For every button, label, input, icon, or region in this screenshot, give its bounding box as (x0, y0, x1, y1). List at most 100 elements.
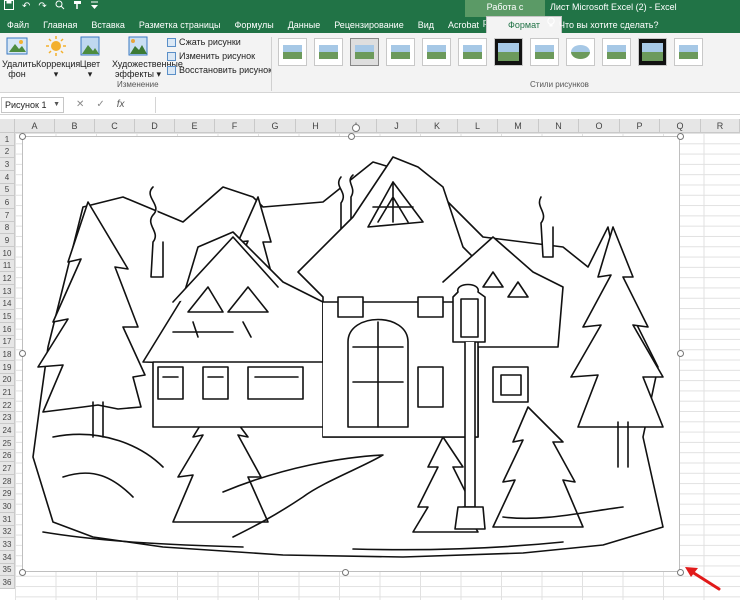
change-picture-button[interactable]: Изменить рисунок (167, 49, 272, 63)
row-header[interactable]: 8 (0, 222, 15, 234)
column-header[interactable]: D (135, 119, 175, 133)
picture-style-9[interactable] (566, 38, 595, 66)
row-header[interactable]: 1 (0, 133, 15, 146)
format-painter-icon[interactable] (73, 0, 83, 15)
row-header[interactable]: 2 (0, 146, 15, 158)
remove-background-button[interactable]: Удалить фон (2, 35, 36, 79)
cancel-icon[interactable]: ✕ (76, 97, 84, 113)
customize-qat-icon[interactable] (90, 0, 98, 14)
redo-icon[interactable]: ↷ (38, 0, 46, 14)
resize-handle-top[interactable] (348, 133, 355, 140)
tab-view[interactable]: Вид (411, 17, 441, 33)
row-header[interactable]: 34 (0, 551, 15, 564)
picture-style-6[interactable] (458, 38, 487, 66)
column-header[interactable]: B (55, 119, 95, 133)
tab-insert[interactable]: Вставка (84, 17, 131, 33)
resize-handle-left[interactable] (19, 350, 26, 357)
resize-handle-right[interactable] (677, 350, 684, 357)
column-header[interactable]: N (539, 119, 579, 133)
row-header[interactable]: 24 (0, 424, 15, 437)
column-header[interactable]: E (175, 119, 215, 133)
resize-handle-top-left[interactable] (19, 133, 26, 140)
row-header[interactable]: 32 (0, 526, 15, 538)
row-header[interactable]: 33 (0, 538, 15, 551)
tab-formulas[interactable]: Формулы (228, 17, 281, 33)
tab-acrobat[interactable]: Acrobat (441, 17, 486, 33)
row-header[interactable]: 23 (0, 412, 15, 424)
column-header[interactable]: C (95, 119, 135, 133)
picture-style-12[interactable] (674, 38, 703, 66)
formula-input[interactable] (155, 97, 739, 113)
tab-data[interactable]: Данные (281, 17, 328, 33)
column-header[interactable]: G (255, 119, 296, 133)
picture-style-8[interactable] (530, 38, 559, 66)
row-header[interactable]: 14 (0, 298, 15, 310)
artistic-effects-button[interactable]: Художественные эффекты ▾ (112, 35, 183, 79)
row-header[interactable]: 15 (0, 310, 15, 323)
row-header[interactable]: 16 (0, 323, 15, 336)
column-header[interactable]: M (498, 119, 539, 133)
resize-handle-bottom-left[interactable] (19, 569, 26, 576)
tab-file[interactable]: Файл (0, 17, 36, 33)
row-header[interactable]: 10 (0, 247, 15, 260)
row-header[interactable]: 13 (0, 285, 15, 298)
row-header[interactable]: 3 (0, 158, 15, 171)
tab-home[interactable]: Главная (36, 17, 84, 33)
selected-picture[interactable] (22, 136, 680, 572)
color-button[interactable]: Цвет ▾ (78, 35, 102, 79)
picture-style-10[interactable] (602, 38, 631, 66)
picture-style-11[interactable] (638, 38, 667, 66)
save-icon[interactable] (4, 0, 14, 15)
row-header[interactable]: 19 (0, 361, 15, 374)
tell-me-box[interactable]: Что вы хотите сделать? (547, 17, 659, 33)
picture-style-5[interactable] (422, 38, 451, 66)
row-header[interactable]: 25 (0, 437, 15, 450)
row-header[interactable]: 18 (0, 348, 15, 361)
insert-function-icon[interactable]: fx (117, 97, 125, 113)
row-header[interactable]: 22 (0, 399, 15, 412)
column-header[interactable]: K (417, 119, 458, 133)
picture-style-4[interactable] (386, 38, 415, 66)
resize-handle-top-right[interactable] (677, 133, 684, 140)
row-header[interactable]: 20 (0, 374, 15, 386)
tab-page-layout[interactable]: Разметка страницы (132, 17, 228, 33)
resize-handle-bottom[interactable] (342, 569, 349, 576)
rotate-handle[interactable] (352, 124, 360, 132)
reset-picture-button[interactable]: Восстановить рисунок (167, 63, 272, 77)
row-header[interactable]: 30 (0, 500, 15, 513)
row-header[interactable]: 9 (0, 234, 15, 247)
print-preview-icon[interactable] (55, 0, 65, 15)
row-header[interactable]: 6 (0, 196, 15, 209)
column-header[interactable]: O (579, 119, 620, 133)
column-header[interactable]: P (620, 119, 660, 133)
picture-style-3[interactable] (350, 38, 379, 66)
select-all-corner[interactable] (0, 119, 15, 133)
enter-icon[interactable]: ✓ (96, 97, 104, 113)
column-header[interactable]: H (296, 119, 336, 133)
picture-style-1[interactable] (278, 38, 307, 66)
tab-review[interactable]: Рецензирование (327, 17, 411, 33)
column-header[interactable]: J (377, 119, 417, 133)
row-header[interactable]: 35 (0, 564, 15, 576)
row-header[interactable]: 17 (0, 336, 15, 348)
row-header[interactable]: 7 (0, 209, 15, 222)
column-header[interactable]: L (458, 119, 498, 133)
row-header[interactable]: 4 (0, 171, 15, 184)
picture-style-2[interactable] (314, 38, 343, 66)
row-header[interactable]: 12 (0, 272, 15, 285)
picture-style-7[interactable] (494, 38, 523, 66)
column-header[interactable]: Q (660, 119, 701, 133)
row-header[interactable]: 36 (0, 576, 15, 589)
row-header[interactable]: 31 (0, 513, 15, 526)
row-header[interactable]: 27 (0, 462, 15, 475)
row-header[interactable]: 26 (0, 450, 15, 462)
column-header[interactable]: A (15, 119, 55, 133)
correction-button[interactable]: Коррекция ▾ (36, 35, 80, 79)
row-header[interactable]: 11 (0, 260, 15, 272)
name-box[interactable]: Рисунок 1 ▼ (1, 97, 64, 113)
undo-icon[interactable]: ↶ (22, 0, 30, 14)
row-header[interactable]: 28 (0, 475, 15, 488)
compress-pictures-button[interactable]: Сжать рисунки (167, 35, 272, 49)
row-header[interactable]: 5 (0, 184, 15, 196)
row-header[interactable]: 21 (0, 386, 15, 399)
